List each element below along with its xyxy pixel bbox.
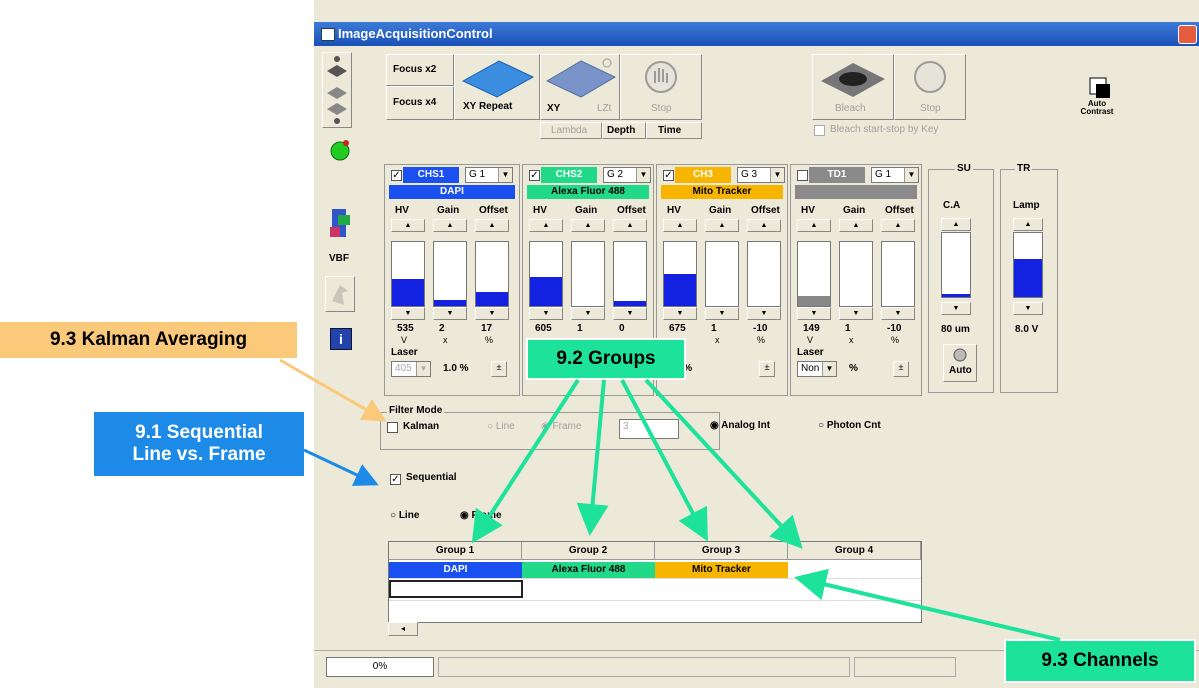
arrow-sequential	[303, 448, 379, 486]
arrow-group-4	[644, 378, 803, 549]
arrow-channels	[794, 568, 1061, 642]
arrow-kalman	[279, 358, 387, 422]
annotation-arrows	[279, 358, 1061, 642]
arrow-group-3	[620, 379, 708, 542]
arrow-group-2	[576, 379, 609, 536]
arrow-group-1	[471, 378, 580, 544]
